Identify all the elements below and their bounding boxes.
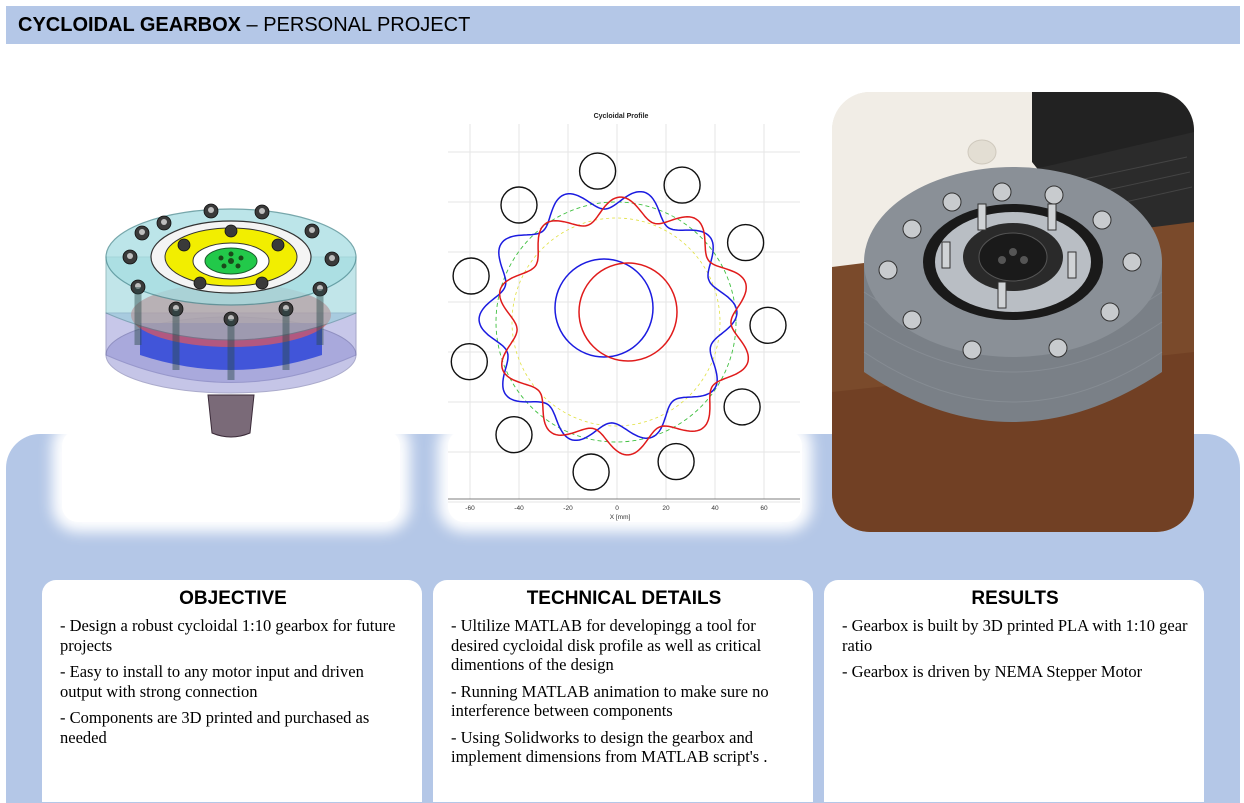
x-tick-label: -60 [465,505,475,512]
cycloidal-profile-plot: Cycloidal Profile -60 -40 -20 0 20 40 60 X [mm… [440,104,814,522]
results-card: RESULTS - Gearbox is built by 3D printed… [824,580,1204,802]
objective-item: - Components are 3D printed and purchase… [60,708,370,747]
x-tick-label: 0 [615,505,619,512]
ring-pin-roller [726,223,765,262]
objective-item: - Design a robust cycloidal 1:10 gearbox… [60,616,396,655]
results-heading: RESULTS [971,588,1059,609]
cycloidal-disk-red [498,196,750,456]
inner-hole-red [578,262,678,362]
x-tick-label: -20 [563,505,573,512]
ring-pin-roller [657,442,695,481]
ring-pin-roller [578,152,617,190]
objective-item: - Easy to install to any motor input and… [60,662,364,701]
objective-heading: OBJECTIVE [179,588,287,609]
technical-details-item: - Ultilize MATLAB for developingg a tool… [451,616,762,674]
ring-pin-roller [450,343,488,381]
page-title: CYCLOIDAL GEARBOX [18,13,241,36]
x-tick-label: 40 [711,505,719,512]
inner-hole-blue [554,258,654,358]
plot-title: Cycloidal Profile [594,113,649,120]
cad-render-svg [105,203,357,438]
x-tick-label: 60 [760,505,768,512]
objective-card: OBJECTIVE - Design a robust cycloidal 1:… [42,580,422,802]
cad-render-image [100,195,362,447]
ring-pin-roller [495,416,533,454]
technical-details-item: - Using Solidworks to design the gearbox… [451,727,768,767]
results-item: - Gearbox is built by 3D printed PLA wit… [842,616,1188,655]
ring-pin-roller [663,166,701,204]
profile-plot-svg: Cycloidal Profile -60 -40 -20 0 20 40 60 X [mm… [448,113,814,521]
ring-pin-roller [572,453,610,491]
x-tick-label: -40 [514,505,524,512]
x-axis-label: X [mm] [610,514,631,521]
results-item: - Gearbox is driven by NEMA Stepper Moto… [842,662,1143,681]
gearbox-photo [832,92,1194,532]
ring-pin-roller [723,388,761,426]
pitch-circle [495,201,737,443]
cycloidal-disk-blue [478,190,738,442]
x-tick-label: 20 [662,505,670,512]
technical-details-card: TECHNICAL DETAILS - Ultilize MATLAB for … [433,580,813,802]
page-subtitle: – PERSONAL PROJECT [240,13,471,36]
technical-details-item: - Running MATLAB animation to make sure … [451,681,769,721]
gearbox-photo-svg [832,92,1194,532]
ring-pin-roller [452,257,490,295]
ring-pin-roller [749,306,787,345]
technical-details-heading: TECHNICAL DETAILS [526,588,722,609]
base-circle [511,217,721,427]
title-bar: CYCLOIDAL GEARBOX – PERSONAL PROJECT [6,6,1240,44]
